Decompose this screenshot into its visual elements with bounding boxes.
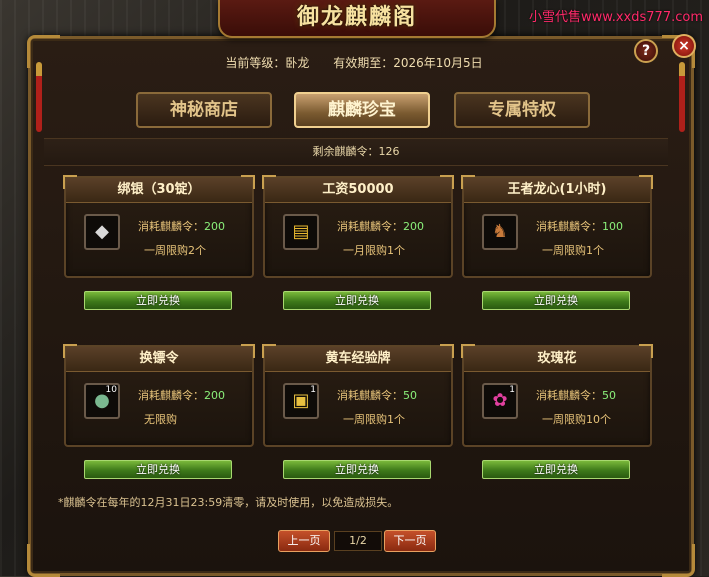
cost-label: 消耗麒麟令： xyxy=(138,220,204,233)
current-level: 当前等级：卧龙 xyxy=(225,56,310,70)
item-glyph: ▤ xyxy=(292,221,310,242)
shop-item-card: 王者龙心(1小时) ♞ 消耗麒麟令：100 一周限购1个 xyxy=(461,175,653,278)
item-title: 玫瑰花 xyxy=(464,347,650,372)
exchange-button[interactable]: 立即兑换 xyxy=(84,291,232,310)
item-cost: 消耗麒麟令：100 xyxy=(536,218,623,234)
reset-notice: *麒麟令在每年的12月31日23:59清零，请及时使用，以免造成损失。 xyxy=(58,496,399,509)
item-stack-count: 10 xyxy=(105,385,117,395)
cost-label: 消耗麒麟令： xyxy=(138,389,204,402)
cost-value: 50 xyxy=(602,389,616,402)
rose-icon[interactable]: ✿ 1 xyxy=(482,383,518,419)
item-stack-count: 1 xyxy=(310,385,316,395)
close-button[interactable]: × xyxy=(672,34,696,58)
exchange-button[interactable]: 立即兑换 xyxy=(283,460,431,479)
frame-corner-ornament xyxy=(27,544,60,577)
shop-item-card: 玫瑰花 ✿ 1 消耗麒麟令：50 一周限购10个 xyxy=(461,344,653,447)
tab-mystery-shop[interactable]: 神秘商店 xyxy=(136,92,272,128)
item-cost: 消耗麒麟令：50 xyxy=(337,387,417,403)
purchase-limit: 一周限购1个 xyxy=(542,244,604,257)
prev-page-button[interactable]: 上一页 xyxy=(278,530,330,552)
item-cost: 消耗麒麟令：200 xyxy=(138,387,225,403)
item-glyph: ▣ xyxy=(292,390,310,411)
purchase-limit: 一周限购10个 xyxy=(542,413,611,426)
item-title: 工资50000 xyxy=(265,178,451,203)
purchase-limit: 一月限购1个 xyxy=(343,244,405,257)
purchase-limit: 无限购 xyxy=(144,413,177,426)
shop-item-card: 黄车经验牌 ▣ 1 消耗麒麟令：50 一周限购1个 xyxy=(262,344,454,447)
exchange-button[interactable]: 立即兑换 xyxy=(482,291,630,310)
expiry-date: 有效期至：2026年10月5日 xyxy=(333,56,483,70)
cost-value: 200 xyxy=(403,220,424,233)
item-cost: 消耗麒麟令：50 xyxy=(536,387,616,403)
watermark-text: 小雪代售www.xxds777.com xyxy=(529,10,703,25)
item-cost: 消耗麒麟令：200 xyxy=(337,218,424,234)
frame-corner-ornament xyxy=(662,544,695,577)
exchange-button[interactable]: 立即兑换 xyxy=(283,291,431,310)
item-title: 换镖令 xyxy=(66,347,252,372)
next-page-button[interactable]: 下一页 xyxy=(384,530,436,552)
item-glyph: ♞ xyxy=(491,221,509,242)
item-title: 王者龙心(1小时) xyxy=(464,178,650,203)
shop-item-card: 绑银（30锭） ◆ 消耗麒麟令：200 一周限购2个 xyxy=(63,175,255,278)
cost-label: 消耗麒麟令： xyxy=(337,389,403,402)
close-icon: × xyxy=(678,38,690,54)
silver-ingot-icon[interactable]: ◆ xyxy=(84,214,120,250)
shop-item-card: 工资50000 ▤ 消耗麒麟令：200 一月限购1个 xyxy=(262,175,454,278)
item-glyph: ✿ xyxy=(492,390,508,411)
item-glyph: ◆ xyxy=(95,221,109,242)
yellow-cart-icon[interactable]: ▣ 1 xyxy=(283,383,319,419)
gold-coin-stack-icon[interactable]: ▤ xyxy=(283,214,319,250)
item-stack-count: 1 xyxy=(509,385,515,395)
item-title: 黄车经验牌 xyxy=(265,347,451,372)
right-tassel-ornament xyxy=(679,62,685,132)
purchase-limit: 一周限购1个 xyxy=(343,413,405,426)
shop-item-card: 换镖令 ● 10 消耗麒麟令：200 无限购 xyxy=(63,344,255,447)
left-tassel-ornament xyxy=(36,62,42,132)
cost-label: 消耗麒麟令： xyxy=(536,389,602,402)
cost-label: 消耗麒麟令： xyxy=(337,220,403,233)
status-info-bar: 当前等级：卧龙 有效期至：2026年10月5日 xyxy=(44,52,664,74)
tab-exclusive-privilege[interactable]: 专属特权 xyxy=(454,92,590,128)
cost-value: 100 xyxy=(602,220,623,233)
cost-value: 200 xyxy=(204,220,225,233)
exchange-button[interactable]: 立即兑换 xyxy=(84,460,232,479)
window-title: 御龙麒麟阁 xyxy=(218,0,496,38)
token-medal-icon[interactable]: ● 10 xyxy=(84,383,120,419)
item-cost: 消耗麒麟令：200 xyxy=(138,218,225,234)
tab-qilin-treasure[interactable]: 麒麟珍宝 xyxy=(294,92,430,128)
cost-label: 消耗麒麟令： xyxy=(536,220,602,233)
exchange-button[interactable]: 立即兑换 xyxy=(482,460,630,479)
purchase-limit: 一周限购2个 xyxy=(144,244,206,257)
page-indicator: 1/2 xyxy=(334,531,382,551)
remaining-tokens: 剩余麒麟令：126 xyxy=(44,138,668,166)
cost-value: 200 xyxy=(204,389,225,402)
item-title: 绑银（30锭） xyxy=(66,178,252,203)
cost-value: 50 xyxy=(403,389,417,402)
dragon-head-icon[interactable]: ♞ xyxy=(482,214,518,250)
tab-bar: 神秘商店 麒麟珍宝 专属特权 xyxy=(128,92,590,128)
